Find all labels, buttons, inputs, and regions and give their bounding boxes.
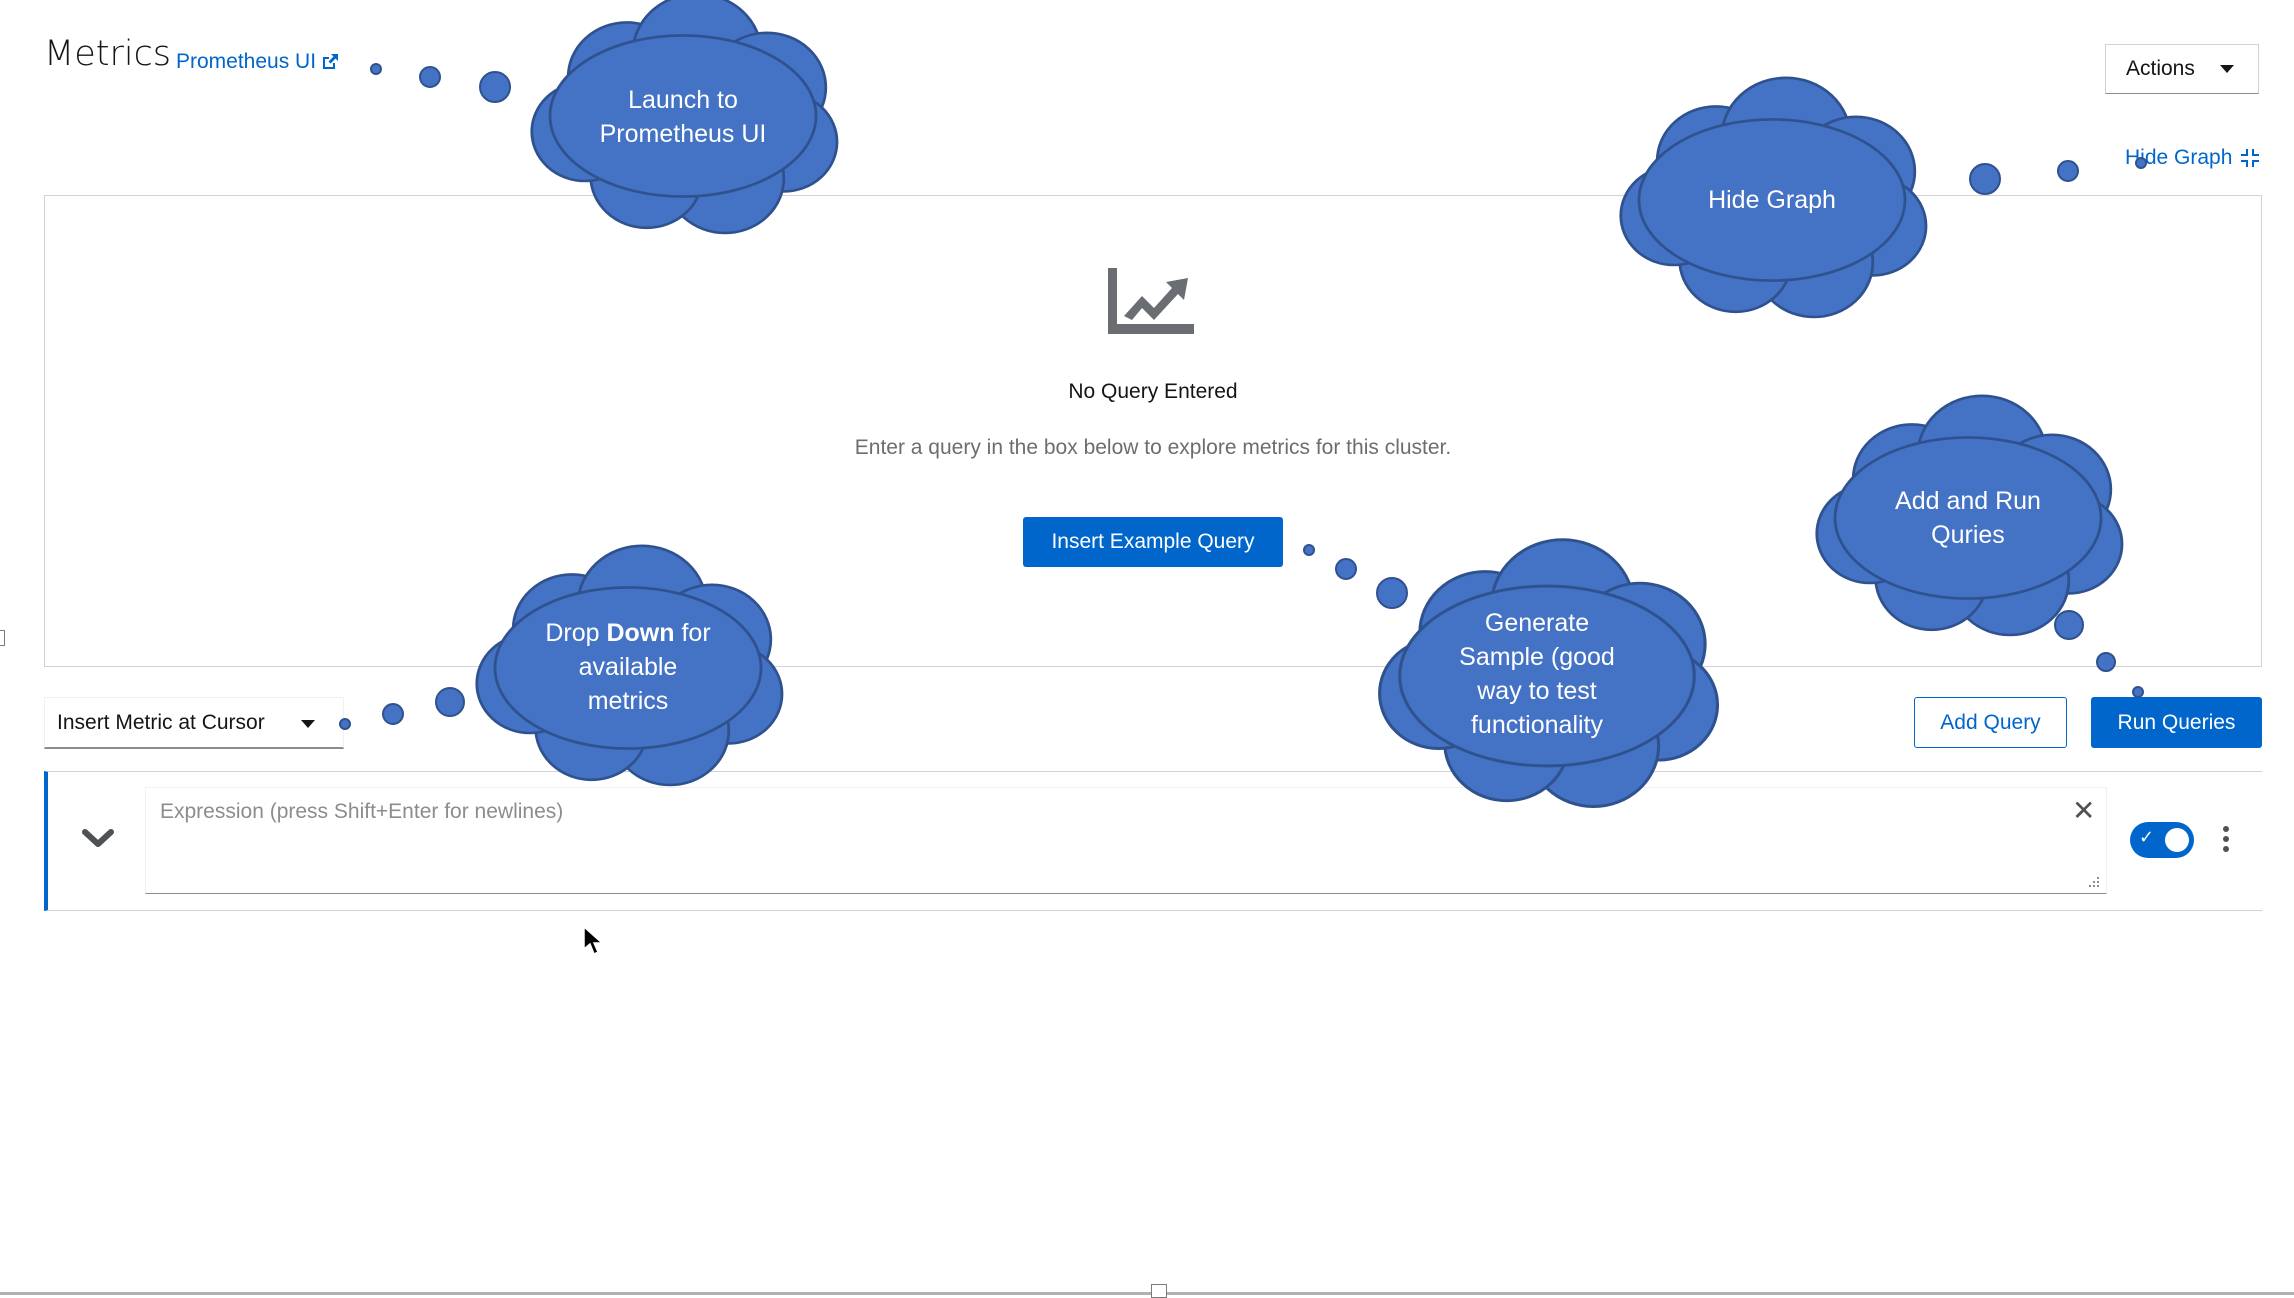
run-queries-button[interactable]: Run Queries <box>2091 697 2262 748</box>
check-icon: ✓ <box>2139 827 2155 848</box>
toggle-knob <box>2165 828 2189 852</box>
insert-example-query-button[interactable]: Insert Example Query <box>1023 517 1283 567</box>
external-link-icon <box>323 54 339 69</box>
mouse-cursor-icon <box>583 925 604 956</box>
insert-metric-label: Insert Metric at Cursor <box>57 710 265 734</box>
actions-label: Actions <box>2126 57 2195 80</box>
add-query-button[interactable]: Add Query <box>1914 697 2067 748</box>
callout-drop-down-pre: Drop <box>545 619 607 647</box>
actions-dropdown[interactable]: Actions <box>2105 44 2259 94</box>
resize-handle-left[interactable] <box>0 630 5 646</box>
callout-drop-down: Drop Down for available metrics <box>538 612 718 722</box>
kebab-icon[interactable] <box>2218 826 2234 856</box>
resize-handle[interactable] <box>1151 1284 1167 1298</box>
callout-launch-prometheus: Launch to Prometheus UI <box>599 86 767 148</box>
compress-icon <box>2241 149 2260 167</box>
empty-state-body: Enter a query in the box below to explor… <box>854 436 1452 459</box>
hide-graph-button[interactable]: Hide Graph <box>2125 146 2260 170</box>
callout-generate-sample: Generate Sample (good way to test functi… <box>1459 609 1615 739</box>
callout-add-run-queries: Add and Run Quries <box>1895 487 2041 549</box>
prometheus-ui-link-label: Prometheus UI <box>176 50 317 73</box>
caret-down-icon <box>2220 65 2234 73</box>
callout-hide-graph: Hide Graph <box>1708 186 1836 214</box>
hide-graph-label: Hide Graph <box>2125 146 2233 169</box>
window-bottom-edge <box>0 1292 2294 1295</box>
expression-input[interactable] <box>145 787 2107 894</box>
graph-panel <box>44 195 2262 667</box>
page-title: Metrics <box>44 34 172 74</box>
chevron-down-icon[interactable] <box>82 828 114 850</box>
chart-area-icon <box>1108 268 1194 334</box>
prometheus-ui-link[interactable]: Prometheus UI <box>176 50 340 74</box>
insert-metric-dropdown[interactable]: Insert Metric at Cursor <box>44 697 344 749</box>
empty-state-title: No Query Entered <box>1068 380 1238 403</box>
resize-handle-icon[interactable] <box>2088 876 2100 888</box>
caret-down-icon <box>301 720 315 728</box>
callout-drop-down-bold: Down <box>606 619 675 647</box>
close-icon[interactable]: ✕ <box>2072 797 2095 825</box>
query-enabled-toggle[interactable]: ✓ <box>2130 822 2194 858</box>
